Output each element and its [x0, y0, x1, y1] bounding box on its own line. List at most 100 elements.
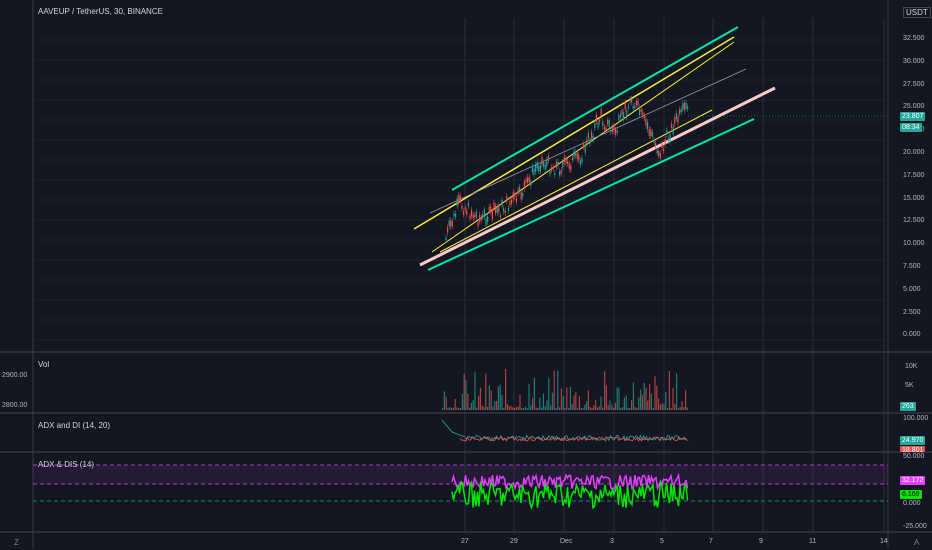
pink-support-line [419, 86, 776, 267]
candle-body [527, 177, 529, 183]
candle-body [587, 132, 589, 139]
candle-body [575, 151, 577, 156]
candle-body [607, 119, 609, 125]
adx-dis-green-badge: 6.169 [900, 490, 922, 499]
volume-bar [506, 403, 508, 410]
candle-body [627, 106, 629, 109]
candle-body [535, 164, 537, 172]
candle-body [671, 123, 673, 129]
candle-body [522, 192, 524, 197]
volume-bar [530, 405, 532, 410]
volume-bar [647, 400, 649, 410]
volume-bar [600, 396, 602, 410]
adx-label[interactable]: ADX and DI (14, 20) [38, 421, 110, 430]
candle-body [591, 131, 593, 138]
volume-bar [659, 404, 661, 410]
candle-body [687, 106, 689, 110]
volume-bar [650, 394, 652, 410]
volume-bar [679, 407, 681, 410]
candle-body [600, 108, 602, 117]
symbol-title[interactable]: AAVEUP / TetherUS, 30, BINANCE [38, 7, 163, 16]
volume-bar [555, 407, 557, 410]
candle-body [594, 122, 596, 129]
timezone-icon[interactable]: Z [14, 538, 19, 547]
candle-body [677, 117, 679, 123]
volume-bar [685, 389, 687, 410]
candle-body [461, 206, 463, 210]
volume-bar [458, 407, 460, 410]
candle-body [519, 186, 521, 192]
candle-body [642, 111, 644, 116]
candle-body [523, 181, 525, 189]
candle-body [464, 207, 466, 211]
price-tick: 2.500 [903, 308, 921, 316]
volume-bar [517, 406, 519, 410]
volume-bar [528, 384, 530, 410]
currency-label[interactable]: USDT [903, 7, 931, 18]
volume-bar [487, 406, 489, 410]
candle-body [573, 150, 575, 158]
auto-scale-icon[interactable]: A [914, 538, 919, 547]
adx-dis-right-tick: 50.000 [903, 453, 925, 460]
time-tick: 5 [660, 538, 664, 545]
volume-bar [499, 384, 501, 410]
candle-body [547, 156, 549, 161]
candle-body [493, 202, 495, 209]
adx-dis-right-tick: 0.000 [903, 500, 921, 507]
candle-body [659, 153, 661, 158]
adx-dis-label[interactable]: ADX & DIS (14) [38, 460, 94, 469]
volume-bar [663, 403, 665, 410]
volume-bar [595, 399, 597, 410]
volume-bar [604, 371, 606, 410]
candle-body [559, 171, 561, 176]
time-tick: 11 [809, 538, 817, 545]
candle-body [445, 237, 447, 240]
volume-label[interactable]: Vol [38, 360, 49, 369]
chart-canvas[interactable] [0, 0, 932, 550]
volume-bar [553, 370, 555, 410]
candle-body [491, 211, 493, 220]
volume-bar [686, 407, 688, 410]
candle-body [666, 130, 668, 135]
volume-bar [614, 402, 616, 410]
candle-body [589, 140, 591, 145]
candle-body [515, 197, 517, 203]
volume-bar [519, 395, 521, 410]
volume-bar [557, 370, 559, 410]
dis-lime-line [451, 479, 689, 511]
volume-bar [591, 407, 593, 410]
volume-bar [566, 387, 568, 410]
candle-body [472, 215, 474, 219]
adx-right-tick: 100.000 [903, 415, 929, 422]
candle-body [552, 166, 554, 169]
candle-body [458, 194, 460, 203]
volume-bar [587, 390, 589, 410]
candle-body [613, 126, 615, 132]
volume-bar [512, 407, 514, 410]
candle-body [685, 102, 687, 109]
volume-bar [667, 407, 669, 410]
candle-body [592, 136, 594, 141]
candle-body [669, 133, 671, 142]
volume-bar [476, 407, 478, 410]
candle-body [541, 156, 543, 165]
price-tick: 0.000 [903, 331, 921, 339]
volume-bar [609, 400, 611, 410]
volume-bar [643, 382, 645, 410]
volume-bar [472, 400, 474, 410]
volume-bar [582, 407, 584, 410]
volume-bar [631, 400, 633, 410]
volume-bar [672, 388, 674, 410]
candle-body [664, 139, 666, 145]
candle-body [584, 144, 586, 153]
volume-right-tick: 5K [905, 382, 914, 389]
candle-body [651, 131, 653, 137]
candle-body [658, 151, 660, 156]
volume-bar [625, 395, 627, 410]
candle-body [501, 199, 503, 206]
candle-body [455, 213, 457, 217]
volume-bar [470, 402, 472, 410]
channel-upper-line [451, 26, 739, 191]
candle-body [495, 205, 497, 214]
volume-bar [580, 407, 582, 410]
